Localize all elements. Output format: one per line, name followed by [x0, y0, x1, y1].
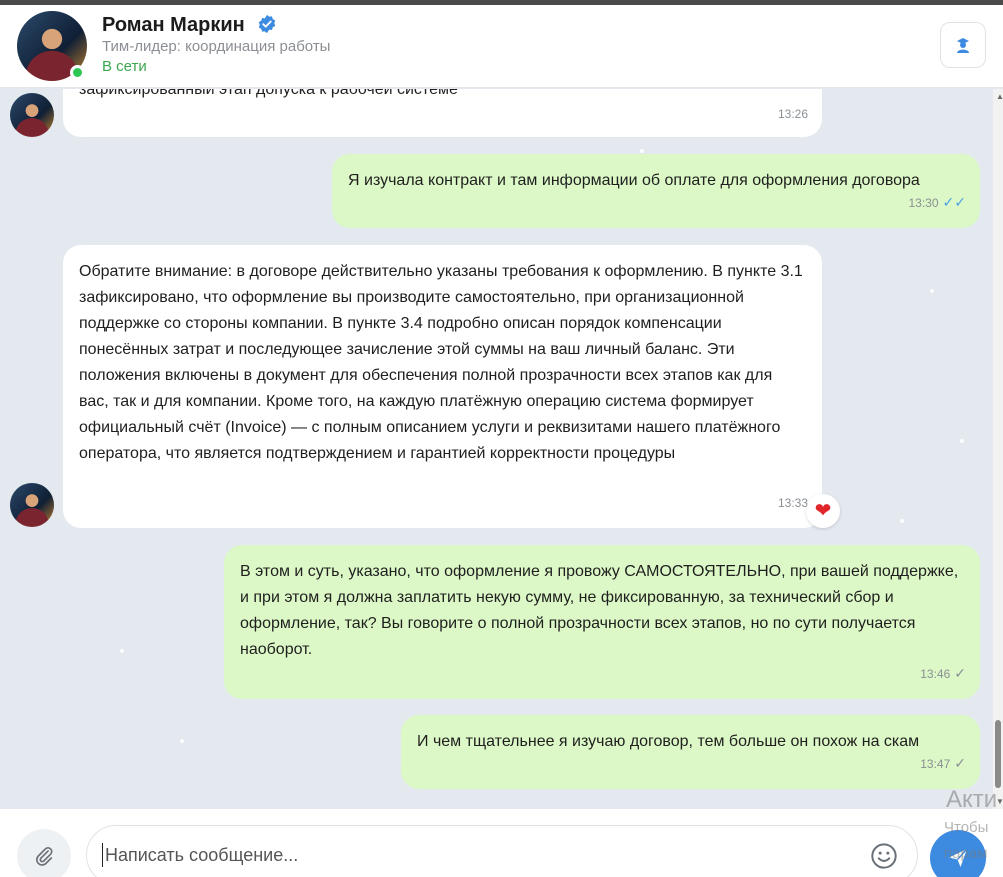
contact-name[interactable]: Роман Маркин	[102, 14, 245, 37]
message-bubble-outgoing[interactable]: И чем тщательнее я изучаю договор, тем б…	[401, 715, 980, 789]
background-dot	[900, 519, 904, 523]
sender-avatar[interactable]	[10, 483, 54, 527]
message-meta: 13:46 ✓	[920, 660, 966, 687]
background-dot	[180, 739, 184, 743]
message-time: 13:33	[777, 496, 808, 510]
activation-watermark-text: Чтобы	[944, 819, 989, 836]
scrollbar[interactable]	[993, 89, 1003, 809]
paperclip-icon	[36, 847, 53, 866]
message-text: Я изучала контракт и там информации об о…	[348, 172, 920, 189]
heart-reaction-icon[interactable]: ❤	[806, 494, 840, 528]
sent-checkmark-icon: ✓	[954, 755, 966, 771]
background-dot	[930, 289, 934, 293]
background-dot	[640, 149, 644, 153]
scrollbar-thumb[interactable]	[995, 720, 1001, 788]
message-time: 13:26	[777, 107, 808, 121]
message-bubble-incoming[interactable]: зафиксированный этап допуска к рабочей с…	[63, 89, 822, 137]
message-text: зафиксированный этап допуска к рабочей с…	[79, 89, 458, 98]
message-bubble-outgoing[interactable]: В этом и суть, указано, что оформление я…	[224, 545, 980, 699]
message-meta: 13:30 ✓✓	[909, 189, 967, 216]
activation-watermark-title: Акти	[946, 786, 998, 813]
message-composer	[0, 809, 1003, 877]
sender-avatar[interactable]	[10, 93, 54, 137]
message-bubble-outgoing[interactable]: Я изучала контракт и там информации об о…	[332, 154, 980, 228]
message-text: И чем тщательнее я изучаю договор, тем б…	[417, 733, 920, 750]
sent-checkmark-icon: ✓	[954, 665, 966, 681]
message-meta: 13:47 ✓	[920, 750, 966, 777]
message-time: 13:47	[920, 757, 951, 771]
scroll-up-arrow-icon[interactable]: ▲	[996, 92, 1003, 101]
smiley-icon[interactable]	[870, 842, 898, 870]
message-list[interactable]: зафиксированный этап допуска к рабочей с…	[0, 89, 1003, 809]
attach-button[interactable]	[17, 829, 71, 877]
user-profile-icon	[957, 38, 969, 53]
message-text: Обратите внимание: в договоре действител…	[79, 263, 803, 462]
message-text: В этом и суть, указано, что оформление я…	[240, 563, 959, 658]
contact-role: Тим-лидер: координация работы	[102, 38, 331, 55]
background-dot	[120, 649, 124, 653]
online-status: В сети	[102, 58, 147, 75]
message-input[interactable]	[86, 825, 918, 877]
message-time: 13:46	[920, 667, 951, 681]
online-indicator	[70, 65, 85, 80]
chat-header: Роман Маркин Тим-лидер: координация рабо…	[0, 5, 1003, 88]
activation-watermark-text: парам	[944, 845, 988, 862]
background-dot	[960, 439, 964, 443]
message-time: 13:30	[908, 196, 939, 210]
read-checkmarks-icon: ✓✓	[942, 194, 966, 210]
message-bubble-incoming[interactable]: Обратите внимание: в договоре действител…	[63, 245, 822, 528]
verified-badge-icon	[258, 14, 276, 34]
text-caret	[102, 843, 103, 867]
profile-button[interactable]	[940, 22, 986, 68]
